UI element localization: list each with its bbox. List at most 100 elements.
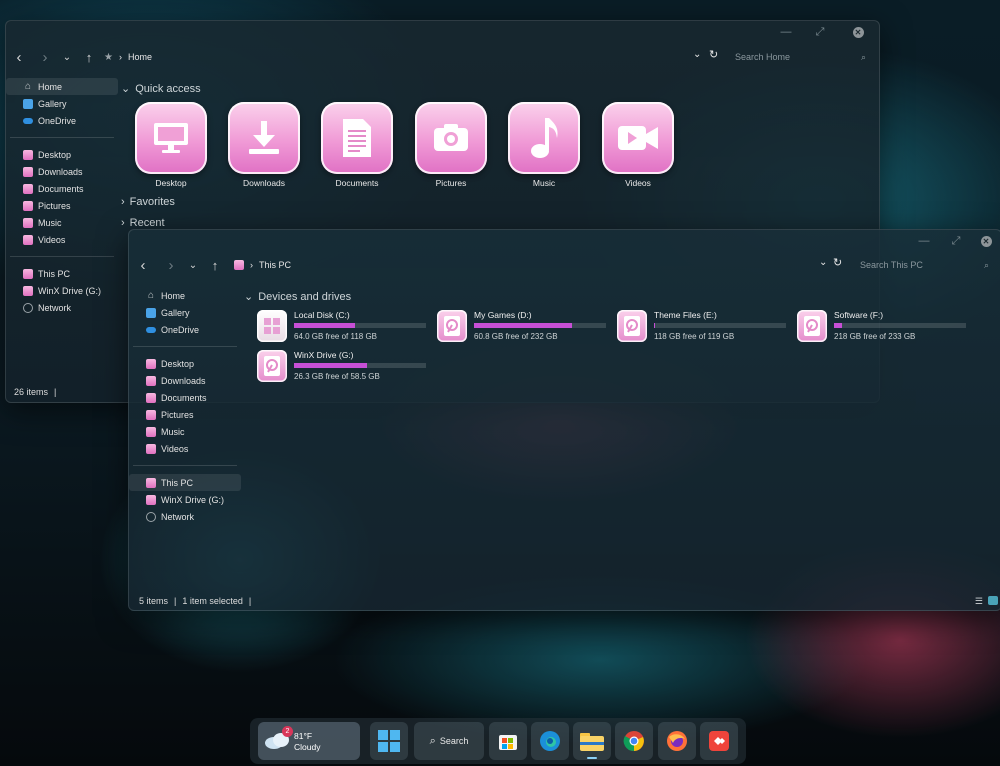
sidebar-item-network[interactable]: Network: [6, 299, 118, 316]
maximize-button[interactable]: ⤢: [943, 230, 969, 252]
taskbar-store[interactable]: [489, 722, 527, 760]
back-icon[interactable]: ‹: [132, 257, 154, 274]
status-bar: 5 items | 1 item selected |: [139, 596, 251, 606]
section-devices-and-drives[interactable]: ⌄ Devices and drives: [244, 290, 352, 304]
sidebar-item-label: Documents: [161, 392, 207, 403]
refresh-icon[interactable]: ↻: [833, 256, 842, 269]
sidebar-item-this-pc[interactable]: This PC: [6, 265, 118, 282]
sidebar-item-home[interactable]: ⌂ Home: [6, 78, 118, 95]
close-button[interactable]: ✕: [973, 230, 999, 252]
network-icon: [23, 302, 33, 313]
sidebar-item-videos[interactable]: Videos: [6, 231, 118, 248]
sidebar-item-pictures[interactable]: Pictures: [6, 197, 118, 214]
taskbar-anydesk[interactable]: [700, 722, 738, 760]
quick-access-pictures[interactable]: Pictures: [413, 102, 489, 188]
drive-c[interactable]: Local Disk (C:) 64.0 GB free of 118 GB: [257, 310, 429, 346]
sidebar-item-documents[interactable]: Documents: [129, 389, 241, 406]
search-button[interactable]: ⌕ Search: [414, 722, 484, 760]
details-view-icon[interactable]: ☰: [975, 596, 983, 607]
drive-e[interactable]: Theme Files (E:) 118 GB free of 119 GB: [617, 310, 789, 346]
taskbar-edge[interactable]: [531, 722, 569, 760]
taskbar-file-explorer[interactable]: [573, 722, 611, 760]
sidebar-item-videos[interactable]: Videos: [129, 440, 241, 457]
sidebar-item-onedrive[interactable]: OneDrive: [129, 321, 241, 338]
search-icon: ⌕: [983, 259, 989, 270]
refresh-icon[interactable]: ↻: [709, 48, 718, 61]
taskbar-chrome[interactable]: [615, 722, 653, 760]
quick-access-downloads[interactable]: Downloads: [226, 102, 302, 188]
chevron-down-icon: ⌄: [121, 83, 131, 95]
sidebar-item-label: Videos: [161, 443, 189, 454]
home-icon: ⌂: [24, 81, 32, 92]
sidebar-item-label: Gallery: [38, 98, 67, 109]
quick-access-desktop[interactable]: Desktop: [133, 102, 209, 188]
taskbar-firefox[interactable]: [658, 722, 696, 760]
section-recent[interactable]: › Recent: [121, 217, 165, 229]
sidebar-item-music[interactable]: Music: [129, 423, 241, 440]
desktop-folder-icon: [23, 149, 33, 160]
sidebar-item-onedrive[interactable]: OneDrive: [6, 112, 118, 129]
maximize-button[interactable]: ⤢: [807, 21, 833, 43]
sidebar-item-documents[interactable]: Documents: [6, 180, 118, 197]
sidebar-item-gallery[interactable]: Gallery: [6, 95, 118, 112]
quick-access-music[interactable]: Music: [506, 102, 582, 188]
minimize-button[interactable]: —: [773, 21, 799, 43]
gallery-icon: [146, 307, 156, 318]
breadcrumb[interactable]: › This PC: [234, 260, 291, 270]
sidebar-item-desktop[interactable]: Desktop: [6, 146, 118, 163]
sidebar-item-label: OneDrive: [161, 324, 200, 335]
sidebar-item-desktop[interactable]: Desktop: [129, 355, 241, 372]
breadcrumb-home[interactable]: Home: [128, 52, 152, 62]
search-box[interactable]: Search This PC ⌕: [853, 254, 993, 276]
quick-access-videos[interactable]: Videos: [600, 102, 676, 188]
sidebar-item-pictures[interactable]: Pictures: [129, 406, 241, 423]
address-dropdown-icon[interactable]: ⌄: [693, 49, 701, 60]
sidebar-item-network[interactable]: Network: [129, 508, 241, 525]
sidebar-item-label: Downloads: [161, 375, 206, 386]
search-icon: ⌕: [429, 734, 436, 747]
section-title: Devices and drives: [258, 290, 352, 303]
sidebar-item-downloads[interactable]: Downloads: [6, 163, 118, 180]
recent-locations-icon[interactable]: ⌄: [182, 260, 204, 271]
file-explorer-icon: [580, 733, 604, 751]
breadcrumb-this-pc[interactable]: This PC: [259, 260, 291, 270]
drive-d[interactable]: My Games (D:) 60.8 GB free of 232 GB: [437, 310, 609, 346]
sidebar-item-winx-drive[interactable]: WinX Drive (G:): [129, 491, 241, 508]
hard-drive-icon: [617, 310, 647, 342]
sidebar-item-gallery[interactable]: Gallery: [129, 304, 241, 321]
edge-icon: [540, 731, 560, 751]
sidebar-item-label: Pictures: [161, 409, 194, 420]
sidebar-item-home[interactable]: ⌂ Home: [129, 287, 241, 304]
item-count: 26 items: [14, 387, 49, 397]
drive-f[interactable]: Software (F:) 218 GB free of 233 GB: [797, 310, 969, 346]
section-favorites[interactable]: › Favorites: [121, 196, 175, 208]
forward-icon[interactable]: ›: [160, 257, 182, 274]
quick-access-documents[interactable]: Documents: [319, 102, 395, 188]
sidebar-item-winx-drive[interactable]: WinX Drive (G:): [6, 282, 118, 299]
address-dropdown-icon[interactable]: ⌄: [819, 257, 827, 268]
weather-widget[interactable]: 2 81°F Cloudy: [258, 722, 360, 760]
sidebar-item-label: Downloads: [38, 166, 83, 177]
start-button[interactable]: [370, 722, 408, 760]
search-box[interactable]: Search Home ⌕: [728, 46, 870, 68]
drive-name: Theme Files (E:): [654, 310, 717, 320]
recent-locations-icon[interactable]: ⌄: [56, 52, 78, 63]
up-icon[interactable]: ↑: [204, 258, 226, 273]
minimize-button[interactable]: —: [911, 230, 937, 252]
close-button[interactable]: ✕: [845, 21, 871, 43]
sidebar-item-music[interactable]: Music: [6, 214, 118, 231]
sidebar-item-label: WinX Drive (G:): [161, 494, 224, 505]
drive-g[interactable]: WinX Drive (G:) 26.3 GB free of 58.5 GB: [257, 350, 429, 386]
forward-icon[interactable]: ›: [34, 49, 56, 66]
up-icon[interactable]: ↑: [78, 50, 100, 65]
sidebar-item-this-pc[interactable]: This PC: [129, 474, 241, 491]
selection-count: 1 item selected: [182, 596, 243, 606]
tiles-view-icon[interactable]: [988, 596, 998, 605]
breadcrumb[interactable]: ★ › Home: [104, 52, 152, 63]
document-icon: [321, 102, 393, 174]
back-icon[interactable]: ‹: [8, 49, 30, 66]
sidebar-item-downloads[interactable]: Downloads: [129, 372, 241, 389]
section-quick-access[interactable]: ⌄ Quick access: [121, 82, 201, 96]
divider: [10, 137, 114, 138]
drive-icon: [146, 494, 156, 505]
